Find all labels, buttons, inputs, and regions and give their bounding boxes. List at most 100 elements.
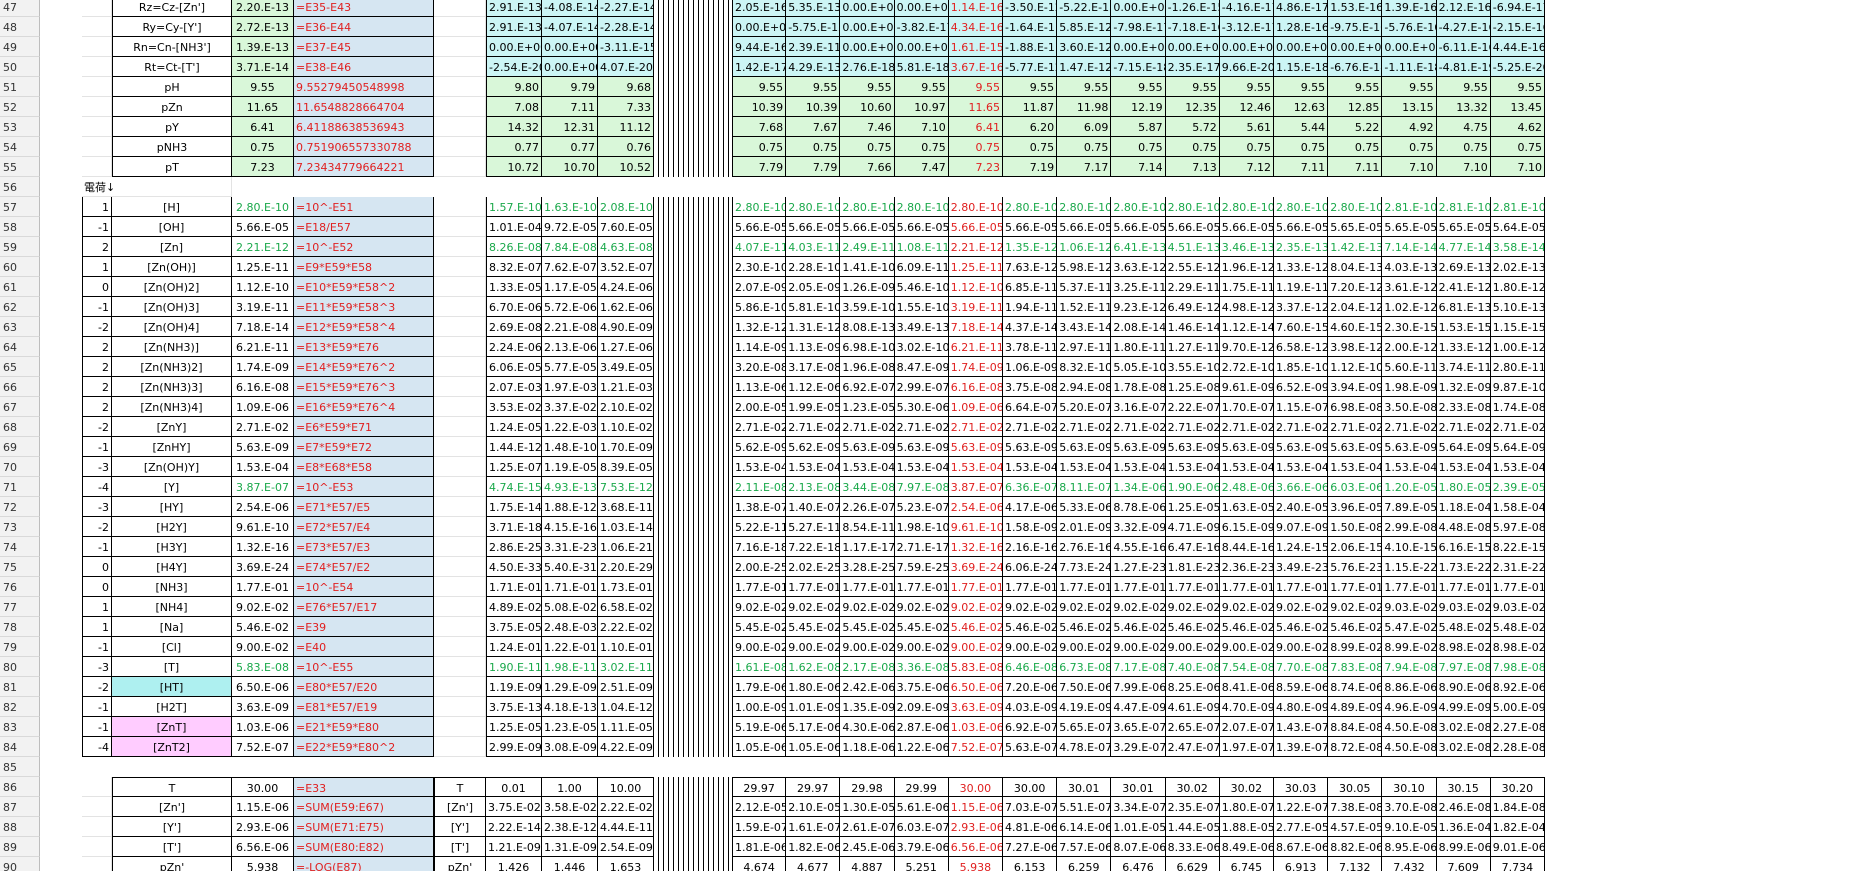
data-cell[interactable]: 4.70.E-09 (1219, 697, 1274, 717)
cell-blank[interactable] (82, 777, 112, 797)
data-cell[interactable]: 2.07.E-07 (1219, 717, 1274, 737)
formula-cell[interactable]: 7.23434779664221 (294, 157, 434, 177)
data-cell[interactable]: 7.14 (1111, 157, 1166, 177)
data-cell[interactable]: 8.47.E-09 (894, 357, 949, 377)
data-cell[interactable]: 1.77.E-01 (1328, 577, 1383, 597)
data-cell[interactable]: 7.03.E-07 (1003, 797, 1058, 817)
data-cell[interactable]: 1.06.E-21 (598, 537, 654, 557)
data-cell[interactable]: -2.28.E-14 (598, 17, 654, 37)
data-cell[interactable]: 2.71.E-02 (1165, 417, 1220, 437)
data-cell[interactable]: 1.71.E-01 (486, 577, 542, 597)
data-cell[interactable]: 2.71.E-02 (1328, 417, 1383, 437)
summary-label[interactable]: T (112, 777, 232, 797)
data-cell[interactable]: 1.73.E-01 (598, 577, 654, 597)
data-cell[interactable]: 0.75 (894, 137, 949, 157)
data-cell[interactable]: 6.70.E-06 (486, 297, 542, 317)
data-cell[interactable]: 1.18.E-04 (1436, 497, 1491, 517)
secondary-label[interactable]: T (434, 777, 486, 797)
data-cell[interactable]: 8.99.E-02 (1328, 637, 1383, 657)
data-cell[interactable]: 1.61.E-08 (732, 657, 787, 677)
data-cell[interactable]: 6.16.E-08 (948, 377, 1003, 397)
data-cell[interactable]: 3.87.E-07 (948, 477, 1003, 497)
data-cell[interactable]: 6.98.E-08 (1328, 397, 1383, 417)
data-cell[interactable]: 1.82.E-04 (1490, 817, 1545, 837)
secondary-label[interactable]: [Y'] (434, 817, 486, 837)
data-cell[interactable]: 7.10 (894, 117, 949, 137)
data-cell[interactable]: 2.47.E-07 (1165, 737, 1220, 757)
formula-cell[interactable]: =E38-E46 (294, 57, 434, 77)
data-cell[interactable]: 2.71.E-17 (894, 537, 949, 557)
data-cell[interactable]: 7.79 (732, 157, 787, 177)
data-cell[interactable]: 3.60.E-12 (1057, 37, 1112, 57)
data-cell[interactable]: 7.79 (786, 157, 841, 177)
data-cell[interactable]: 1.25.E-08 (1165, 377, 1220, 397)
data-cell[interactable]: 1.25.E-05 (1165, 497, 1220, 517)
data-cell[interactable]: 5.37.E-11 (1057, 277, 1112, 297)
data-cell[interactable]: 5.05.E-10 (1111, 357, 1166, 377)
data-cell[interactable]: 9.55 (840, 77, 895, 97)
data-cell[interactable]: 5.64.E-09 (1490, 437, 1545, 457)
cell-blank[interactable] (434, 37, 486, 57)
data-cell[interactable]: 7.94.E-08 (1382, 657, 1437, 677)
row-header[interactable]: 76 (0, 577, 40, 597)
data-cell[interactable]: 8.98.E-02 (1490, 637, 1545, 657)
data-cell[interactable]: 7.40.E-08 (1165, 657, 1220, 677)
formula-cell[interactable]: 11.6548828664704 (294, 97, 434, 117)
data-cell[interactable]: 2.09.E-09 (894, 697, 949, 717)
data-cell[interactable]: 8.54.E-11 (840, 517, 895, 537)
data-cell[interactable]: 5.76.E-23 (1328, 557, 1383, 577)
data-cell[interactable]: 1.19.E-11 (1274, 277, 1329, 297)
data-cell[interactable]: 2.39.E-11 (786, 37, 841, 57)
data-cell[interactable]: 1.77.E-01 (948, 577, 1003, 597)
summary-label[interactable]: [T'] (112, 837, 232, 857)
data-cell[interactable]: 7.60.E-05 (598, 217, 654, 237)
data-cell[interactable]: 1.39.E-07 (1274, 737, 1329, 757)
data-cell[interactable]: 9.23.E-12 (1111, 297, 1166, 317)
data-cell[interactable]: 9.02.E-02 (1219, 597, 1274, 617)
data-cell[interactable]: -4.16.E-17 (1219, 0, 1274, 17)
data-cell[interactable]: 2.65.E-07 (1165, 717, 1220, 737)
data-cell[interactable]: 2.28.E-10 (786, 257, 841, 277)
formula-cell[interactable]: 0.751906557330788 (294, 137, 434, 157)
data-cell[interactable]: 2.80.E-10 (1328, 197, 1383, 217)
data-cell[interactable]: 5.85.E-12 (1057, 17, 1112, 37)
value-cell[interactable]: 1.25.E-11 (232, 257, 294, 277)
data-cell[interactable]: 8.44.E-16 (1219, 537, 1274, 557)
data-cell[interactable]: 5.46.E-02 (948, 617, 1003, 637)
data-cell[interactable]: 1.31.E-09 (542, 837, 598, 857)
data-cell[interactable]: 5.72 (1165, 117, 1220, 137)
charge-cell[interactable]: -2 (82, 677, 112, 697)
data-cell[interactable]: 8.72.E-08 (1328, 737, 1383, 757)
data-cell[interactable]: 1.90.E-11 (486, 657, 542, 677)
data-cell[interactable]: 5.251 (895, 857, 949, 871)
cell-blank[interactable] (434, 217, 486, 237)
row-header[interactable]: 88 (0, 817, 40, 837)
charge-cell[interactable]: 0 (82, 277, 112, 297)
data-cell[interactable]: 0.00.E+00 (840, 0, 895, 17)
data-cell[interactable]: 1.80.E-05 (1436, 477, 1491, 497)
charge-cell[interactable]: -4 (82, 737, 112, 757)
formula-cell[interactable]: =E81*E57/E19 (294, 697, 434, 717)
data-cell[interactable]: 6.92.E-07 (1003, 717, 1058, 737)
data-cell[interactable]: 9.00.E-02 (1003, 637, 1058, 657)
formula-cell[interactable]: =E13*E59*E76 (294, 337, 434, 357)
row-header[interactable]: 64 (0, 337, 40, 357)
data-cell[interactable]: 2.55.E-12 (1165, 257, 1220, 277)
data-cell[interactable]: 5.45.E-02 (786, 617, 841, 637)
data-cell[interactable]: 7.11 (1274, 157, 1329, 177)
data-cell[interactable]: 1.98.E-09 (1382, 377, 1437, 397)
data-cell[interactable]: 1.77.E-01 (894, 577, 949, 597)
data-cell[interactable]: 1.47.E-12 (1057, 57, 1112, 77)
cell-blank[interactable] (82, 797, 112, 817)
data-cell[interactable]: 5.10.E-13 (1490, 297, 1545, 317)
data-cell[interactable]: 5.20.E-07 (1057, 397, 1112, 417)
data-cell[interactable]: 5.66.E-05 (894, 217, 949, 237)
data-cell[interactable]: 6.56.E-06 (948, 837, 1003, 857)
data-cell[interactable]: 5.87 (1111, 117, 1166, 137)
formula-cell[interactable]: =E8*E68*E58 (294, 457, 434, 477)
data-cell[interactable]: 3.34.E-07 (1111, 797, 1166, 817)
data-cell[interactable]: 1.53.E-04 (840, 457, 895, 477)
data-cell[interactable]: -5.76.E-16 (1382, 17, 1437, 37)
formula-cell[interactable]: =E35-E43 (294, 0, 434, 17)
data-cell[interactable]: 3.02.E-08 (1436, 717, 1491, 737)
